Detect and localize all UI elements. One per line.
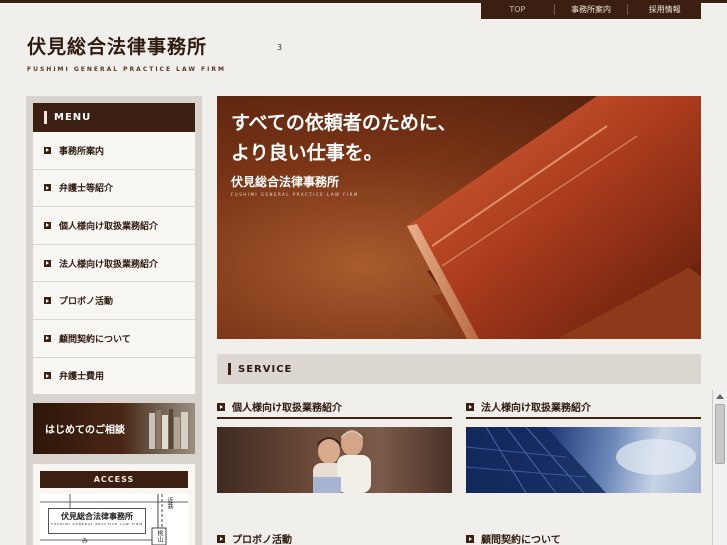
service-card-corporate-title[interactable]: 法人様向け取扱業務紹介 [466, 399, 591, 414]
arrow-bullet-icon [44, 372, 51, 380]
sidebar-menu: MENU 事務所案内 弁護士等紹介 個人様向け取扱業務紹介 法人様向け取扱業務紹… [33, 103, 195, 396]
service-card-rule [217, 417, 452, 419]
top-nav-recruit[interactable]: 採用情報 [627, 4, 701, 15]
arrow-bullet-icon [44, 184, 51, 192]
arrow-bullet-icon [44, 259, 51, 267]
service-card-label: 法人様向け取扱業務紹介 [481, 403, 591, 414]
arrow-bullet-icon [44, 297, 51, 305]
sidebar-item-corporate-services[interactable]: 法人様向け取扱業務紹介 [33, 244, 195, 283]
arrow-bullet-icon [217, 534, 225, 543]
service-header: SERVICE [217, 354, 701, 384]
sidebar-item-office[interactable]: 事務所案内 [33, 132, 195, 170]
menu-header-bar [44, 111, 47, 124]
sidebar-item-retainer[interactable]: 顧問契約について [33, 319, 195, 358]
map-rail-label: 近鉄 [166, 497, 173, 509]
service-card-label: 個人様向け取扱業務紹介 [232, 403, 342, 414]
service-card-rule [466, 417, 701, 419]
hero-banner: すべての依頼者のために、 より良い仕事を。 伏見総合法律事務所 FUSHIMI … [217, 96, 701, 339]
sidebar-item-label: 法人様向け取扱業務紹介 [59, 259, 159, 270]
sidebar-item-fees[interactable]: 弁護士費用 [33, 357, 195, 396]
service-header-bar [228, 363, 231, 375]
map-firm-sub: FUSHIMI GENERAL PRACTICE LAW FIRM [51, 522, 143, 526]
first-consultation-banner[interactable]: はじめてのご相談 [33, 403, 195, 454]
scrollbar-thumb[interactable] [715, 404, 725, 464]
hero-brand: 伏見総合法律事務所 [231, 175, 340, 189]
sidebar-item-pro-bono[interactable]: プロボノ活動 [33, 282, 195, 320]
arrow-bullet-icon [44, 146, 51, 154]
scroll-up-icon[interactable] [716, 394, 724, 399]
menu-title: MENU [54, 112, 92, 123]
service-card-individual-title[interactable]: 個人様向け取扱業務紹介 [217, 399, 342, 414]
hero-headline: すべての依頼者のために、 より良い仕事を。 [231, 108, 456, 168]
couple-photo [313, 430, 371, 493]
service-card-label: プロボノ活動 [232, 535, 292, 545]
sidebar-item-label: 事務所案内 [59, 146, 105, 157]
sidebar-item-lawyers[interactable]: 弁護士等紹介 [33, 169, 195, 208]
service-card-label: 顧問契約について [481, 535, 561, 545]
service-title: SERVICE [238, 363, 293, 375]
hero-line-1: すべての依頼者のために、 [231, 112, 457, 134]
sidebar-item-label: 個人様向け取扱業務紹介 [59, 221, 159, 232]
arrow-bullet-icon [466, 402, 474, 411]
sidebar-item-label: プロボノ活動 [59, 297, 114, 308]
map-firm-marker: 伏見総合法律事務所 FUSHIMI GENERAL PRACTICE LAW F… [48, 508, 146, 534]
service-card-retainer-title[interactable]: 顧問契約について [466, 531, 561, 545]
map-road-label: み [82, 538, 89, 545]
sidebar-item-label: 顧問契約について [59, 334, 131, 345]
top-nav: TOP 事務所案内 採用情報 [481, 0, 701, 19]
sidebar-item-individual-services[interactable]: 個人様向け取扱業務紹介 [33, 207, 195, 245]
sidebar: MENU 事務所案内 弁護士等紹介 個人様向け取扱業務紹介 法人様向け取扱業務紹… [26, 96, 202, 545]
hero-brand-sub: FUSHIMI GENERAL PRACTICE LAW FIRM [231, 192, 359, 197]
site-subtitle: FUSHIMI GENERAL PRACTICE LAW FIRM [27, 66, 226, 73]
arrow-bullet-icon [44, 334, 51, 342]
site-title: 伏見総合法律事務所 [27, 36, 208, 58]
sidebar-item-label: 弁護士等紹介 [59, 184, 114, 195]
consult-label: はじめてのご相談 [45, 425, 125, 436]
access-title: ACCESS [40, 471, 188, 488]
map-station-label: 桃山 [156, 530, 163, 542]
arrow-bullet-icon [217, 402, 225, 411]
corporate-services-photo[interactable] [466, 427, 701, 493]
menu-header: MENU [33, 103, 195, 132]
service-card-probono-title[interactable]: プロボノ活動 [217, 531, 292, 545]
arrow-bullet-icon [44, 221, 51, 229]
building-photo [466, 427, 696, 493]
access-box: ACCESS 伏見総合法律事務所 FUSHIMI GENERAL PRACTIC… [33, 464, 195, 545]
top-nav-office[interactable]: 事務所案内 [553, 4, 628, 15]
map-firm-name: 伏見総合法律事務所 [61, 511, 133, 521]
access-map[interactable]: 伏見総合法律事務所 FUSHIMI GENERAL PRACTICE LAW F… [40, 494, 188, 545]
sidebar-item-label: 弁護士費用 [59, 372, 105, 383]
page-scrollbar[interactable] [712, 390, 727, 545]
hero-line-2: より良い仕事を。 [231, 142, 383, 164]
site-logo[interactable]: 伏見総合法律事務所 FUSHIMI GENERAL PRACTICE LAW F… [27, 32, 226, 73]
stray-number: 3 [277, 43, 283, 52]
books-icon [149, 409, 188, 449]
arrow-bullet-icon [466, 534, 474, 543]
individual-services-photo[interactable] [217, 427, 452, 493]
top-nav-top[interactable]: TOP [481, 4, 554, 15]
